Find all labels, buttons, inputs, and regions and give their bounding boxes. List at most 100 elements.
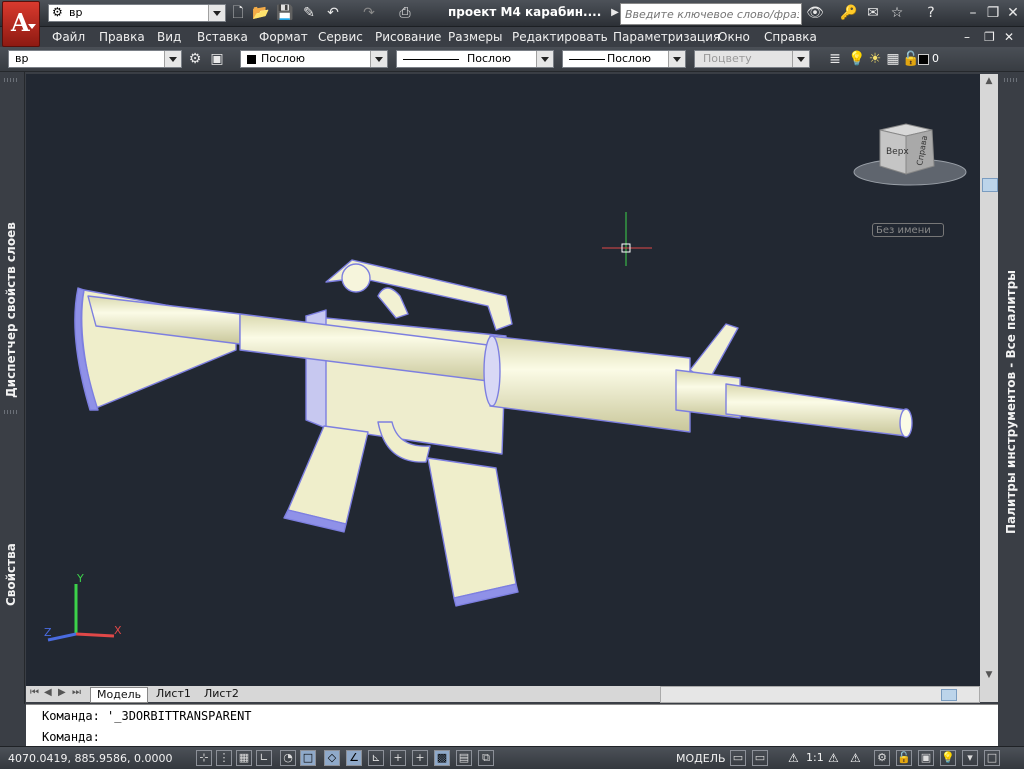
- quick-view-layouts-icon[interactable]: ▭: [730, 750, 746, 766]
- object-snap-icon[interactable]: □: [300, 750, 316, 766]
- tab-next-icon[interactable]: ▶: [58, 687, 66, 698]
- drawing-viewport[interactable]: Y X Z Верх Справа Без имени: [26, 74, 980, 686]
- menu-view[interactable]: Вид: [157, 30, 181, 44]
- layer-properties-icon[interactable]: ≣: [826, 50, 844, 68]
- layer-settings-icon[interactable]: ⚙: [186, 50, 204, 68]
- layer-properties-manager-tab[interactable]: Диспетчер свойств слоев: [4, 222, 18, 398]
- tab-prev-icon[interactable]: ◀: [44, 687, 52, 698]
- vertical-scrollbar[interactable]: ▲ ▼: [980, 74, 998, 686]
- tab-layout1[interactable]: Лист1: [150, 687, 197, 701]
- doc-close-icon[interactable]: ✕: [1004, 30, 1014, 44]
- tab-last-icon[interactable]: ⏭: [72, 687, 81, 698]
- 3d-object-snap-icon[interactable]: ◇: [324, 750, 340, 766]
- horizontal-scrollbar[interactable]: [660, 686, 980, 703]
- close-icon[interactable]: ✕: [1004, 4, 1022, 22]
- scroll-thumb[interactable]: [941, 689, 957, 701]
- save-icon[interactable]: 💾: [276, 4, 294, 22]
- chevron-down-icon[interactable]: [668, 51, 685, 67]
- hardware-acceleration-icon[interactable]: ▣: [918, 750, 934, 766]
- minimize-icon[interactable]: –: [964, 4, 982, 22]
- application-menu-button[interactable]: A: [2, 1, 40, 47]
- annotation-scale-icon[interactable]: ⚠: [788, 751, 799, 765]
- toolbar-lock-icon[interactable]: 🔓: [896, 750, 912, 766]
- status-menu-icon[interactable]: ▾: [962, 750, 978, 766]
- workspace-switching-icon[interactable]: ⚙: [874, 750, 890, 766]
- subscription-icon[interactable]: 🔑: [840, 4, 858, 22]
- tab-layout2[interactable]: Лист2: [198, 687, 245, 701]
- search-input[interactable]: [623, 5, 801, 23]
- menu-help[interactable]: Справка: [764, 30, 817, 44]
- redo-icon[interactable]: ↷: [360, 4, 378, 22]
- undo-icon[interactable]: ↶: [324, 4, 342, 22]
- ortho-mode-icon[interactable]: ∟: [256, 750, 272, 766]
- coordinates-readout[interactable]: 4070.0419, 885.9586, 0.0000: [8, 752, 172, 765]
- color-select[interactable]: Послою: [240, 50, 388, 68]
- menu-format[interactable]: Формат: [259, 30, 308, 44]
- menu-parametric[interactable]: Параметризация: [613, 30, 720, 44]
- favorites-star-icon[interactable]: ☆: [888, 4, 906, 22]
- chevron-down-icon[interactable]: [208, 5, 225, 21]
- lightbulb-icon[interactable]: 💡: [848, 50, 866, 68]
- viewcube-face-top[interactable]: Верх: [886, 147, 909, 157]
- communication-icon[interactable]: ✉: [864, 4, 882, 22]
- dynamic-ucs-icon[interactable]: ⊾: [368, 750, 384, 766]
- named-view-menu[interactable]: Без имени: [872, 223, 944, 237]
- quick-view-drawings-icon[interactable]: ▭: [752, 750, 768, 766]
- menu-modify[interactable]: Редактировать: [512, 30, 608, 44]
- chevron-down-icon[interactable]: [164, 51, 181, 67]
- chevron-down-icon[interactable]: [370, 51, 387, 67]
- palette-grip[interactable]: [4, 78, 18, 82]
- clean-screen-icon[interactable]: □: [984, 750, 1000, 766]
- menu-insert[interactable]: Вставка: [197, 30, 248, 44]
- sun-icon[interactable]: ☀: [866, 50, 884, 68]
- chevron-down-icon[interactable]: [536, 51, 553, 67]
- selection-cycling-icon[interactable]: ⧉: [478, 750, 494, 766]
- linetype-select[interactable]: Послою: [396, 50, 554, 68]
- model-space-toggle[interactable]: МОДЕЛЬ: [676, 752, 726, 765]
- quick-properties-icon[interactable]: ▤: [456, 750, 472, 766]
- snap-mode-icon[interactable]: ⋮: [216, 750, 232, 766]
- restore-icon[interactable]: ❐: [984, 4, 1002, 22]
- menu-file[interactable]: Файл: [52, 30, 85, 44]
- open-folder-icon[interactable]: 📂: [252, 4, 270, 22]
- binoculars-icon[interactable]: 👁: [806, 4, 824, 22]
- annotation-visibility-icon[interactable]: ⚠: [828, 751, 839, 765]
- save-as-icon[interactable]: ✎: [300, 4, 318, 22]
- workspace-select[interactable]: ⚙ вр: [48, 4, 226, 22]
- help-icon[interactable]: ?: [922, 4, 940, 22]
- viewcube[interactable]: [853, 123, 967, 186]
- palette-grip[interactable]: [1004, 78, 1018, 82]
- transparency-icon[interactable]: ▩: [434, 750, 450, 766]
- properties-tab[interactable]: Свойства: [4, 543, 18, 606]
- layer-select[interactable]: вр: [8, 50, 182, 68]
- command-line[interactable]: Команда: '_3DORBITTRANSPARENT Команда:: [26, 704, 998, 747]
- doc-minimize-icon[interactable]: –: [964, 30, 970, 44]
- lineweight-select[interactable]: Послою: [562, 50, 686, 68]
- command-prompt[interactable]: Команда:: [42, 730, 100, 744]
- isolate-objects-icon[interactable]: 💡: [940, 750, 956, 766]
- plotstyle-select[interactable]: Поцвету: [694, 50, 810, 68]
- polar-tracking-icon[interactable]: ◔: [280, 750, 296, 766]
- chevron-down-icon[interactable]: [792, 51, 809, 67]
- doc-restore-icon[interactable]: ❐: [984, 30, 995, 44]
- lineweight-icon[interactable]: +: [412, 750, 428, 766]
- scroll-thumb[interactable]: [982, 178, 998, 192]
- model-canvas[interactable]: Y X Z Верх Справа: [26, 74, 980, 686]
- grid-display-icon[interactable]: ▦: [236, 750, 252, 766]
- object-snap-tracking-icon[interactable]: ∠: [346, 750, 362, 766]
- menu-dimension[interactable]: Размеры: [448, 30, 503, 44]
- palette-grip[interactable]: [4, 410, 18, 414]
- auto-scale-icon[interactable]: ⚠: [850, 751, 861, 765]
- dynamic-input-icon[interactable]: +: [390, 750, 406, 766]
- print-icon[interactable]: ⎙: [396, 4, 414, 22]
- tab-model[interactable]: Модель: [90, 687, 149, 703]
- annotation-scale-value[interactable]: 1:1: [806, 751, 824, 764]
- menu-draw[interactable]: Рисование: [375, 30, 441, 44]
- tab-first-icon[interactable]: ⏮: [30, 687, 39, 698]
- layer-state-icon[interactable]: ▣: [208, 50, 226, 68]
- new-file-icon[interactable]: 🗋: [229, 4, 247, 22]
- menu-window[interactable]: Окно: [718, 30, 750, 44]
- scroll-down-icon[interactable]: ▼: [982, 670, 996, 684]
- infer-constraints-icon[interactable]: ⊹: [196, 750, 212, 766]
- tool-palettes-tab[interactable]: Палитры инструментов - Все палитры: [1004, 270, 1018, 534]
